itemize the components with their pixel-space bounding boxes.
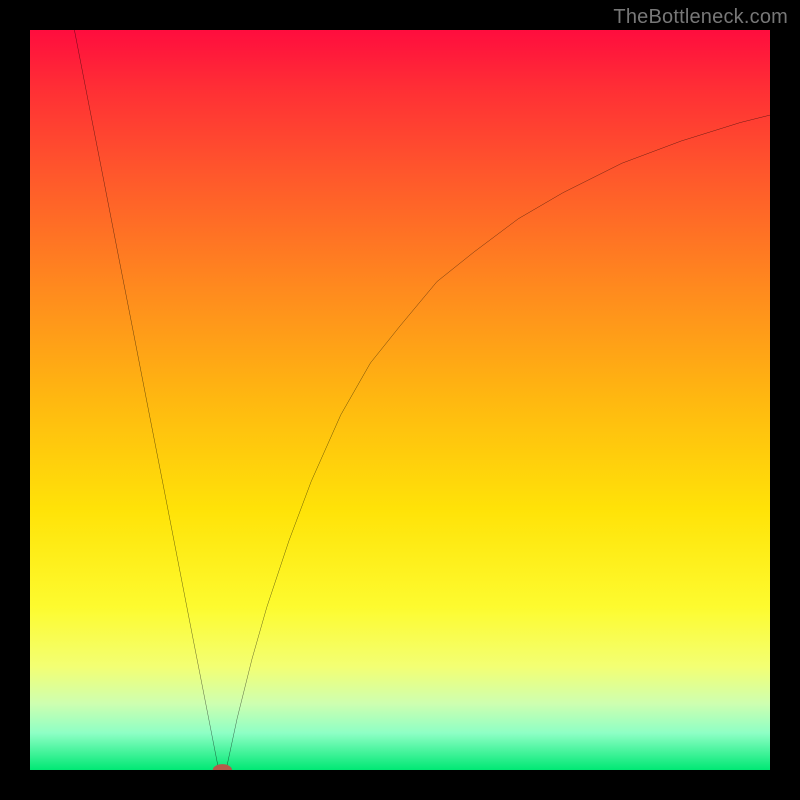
- plot-area: [30, 30, 770, 770]
- chart-svg: [30, 30, 770, 770]
- chart-frame: TheBottleneck.com: [0, 0, 800, 800]
- gradient-background: [30, 30, 770, 770]
- attribution-text: TheBottleneck.com: [613, 6, 788, 29]
